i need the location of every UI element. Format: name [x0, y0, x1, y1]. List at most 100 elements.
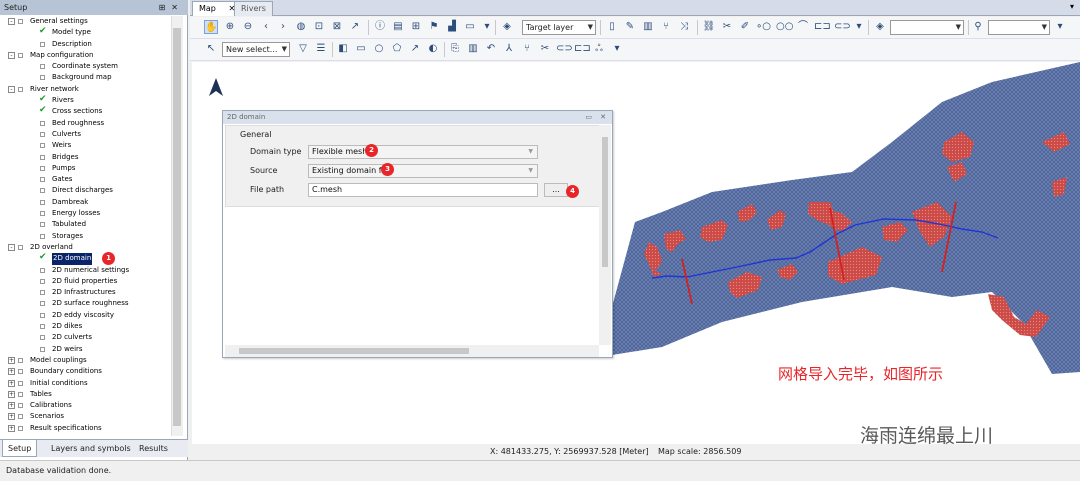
- checkbox[interactable]: [40, 335, 45, 341]
- tree-item[interactable]: Pumps: [4, 163, 170, 174]
- search-icon[interactable]: ⚲: [971, 20, 985, 34]
- layer-filter-select[interactable]: ▼: [890, 20, 964, 35]
- dropdown-arrow-icon[interactable]: ▾: [480, 20, 494, 34]
- tree-item[interactable]: + Calibrations: [4, 400, 170, 411]
- tree-item[interactable]: ✔ 2D domain 1: [4, 252, 170, 266]
- copy-icon[interactable]: ⎘: [448, 42, 462, 56]
- checkbox[interactable]: [40, 154, 45, 160]
- merge-icon[interactable]: ⑂: [520, 42, 534, 56]
- merge-icon[interactable]: ⤨: [677, 20, 691, 34]
- tree-item[interactable]: - 2D overland: [4, 242, 170, 253]
- dialog-scroll-thumb[interactable]: [602, 137, 608, 267]
- tree-item[interactable]: Direct discharges: [4, 185, 170, 196]
- tree-item[interactable]: 2D weirs: [4, 344, 170, 355]
- checkbox[interactable]: [40, 165, 45, 171]
- checkbox[interactable]: [40, 64, 45, 70]
- dropdown-arrow-icon[interactable]: ▾: [852, 20, 866, 34]
- collapse-icon[interactable]: -: [8, 85, 15, 93]
- tree-item[interactable]: + Result specifications: [4, 423, 170, 434]
- checkbox[interactable]: [18, 86, 23, 92]
- tree-item[interactable]: Background map: [4, 72, 170, 83]
- checkbox[interactable]: [40, 41, 45, 47]
- checkbox[interactable]: [40, 75, 45, 81]
- tree-item[interactable]: 2D Infrastructures: [4, 287, 170, 298]
- tree-item[interactable]: - River network: [4, 84, 170, 95]
- zoom-layer-icon[interactable]: ⊡: [312, 20, 326, 34]
- tree-item[interactable]: + Boundary conditions: [4, 366, 170, 377]
- tree-item[interactable]: 2D culverts: [4, 332, 170, 343]
- circle-icon[interactable]: ○: [372, 42, 386, 56]
- dialog-vertical-scrollbar[interactable]: [599, 125, 611, 345]
- back-icon[interactable]: ‹: [259, 20, 273, 34]
- tree-item[interactable]: - General settings: [4, 16, 170, 27]
- dropdown-arrow-icon[interactable]: ▾: [1053, 20, 1067, 34]
- curve-icon[interactable]: ⌒: [796, 20, 810, 34]
- tree-item[interactable]: Gates: [4, 174, 170, 185]
- collapse-icon[interactable]: -: [8, 243, 15, 251]
- ruler-icon[interactable]: ▭: [463, 20, 477, 34]
- tab-layers-and-symbols[interactable]: Layers and symbols: [46, 440, 136, 457]
- polygon-icon[interactable]: ⬠: [390, 42, 404, 56]
- checkbox[interactable]: [40, 312, 45, 318]
- cut-icon[interactable]: ✂: [538, 42, 552, 56]
- search-combo[interactable]: ▼: [988, 20, 1050, 35]
- checkbox[interactable]: [18, 391, 23, 397]
- info-icon[interactable]: ⓘ: [373, 20, 387, 34]
- domain-type-select[interactable]: Flexible mesh ▼: [308, 145, 538, 159]
- zoom-in-icon[interactable]: ⊕: [223, 20, 237, 34]
- link-icon[interactable]: ⛓: [702, 20, 716, 34]
- edit-window-icon[interactable]: ▤: [391, 20, 405, 34]
- dialog-hscroll-thumb[interactable]: [239, 348, 469, 354]
- new-select-combo[interactable]: New select... ▼: [222, 42, 290, 57]
- tree-item[interactable]: ✔ Model type: [4, 26, 170, 38]
- vertex-select-icon[interactable]: ↗: [408, 42, 422, 56]
- tree-item[interactable]: 2D fluid properties: [4, 276, 170, 287]
- zoom-selection-icon[interactable]: ⊠: [330, 20, 344, 34]
- tree-item[interactable]: Weirs: [4, 140, 170, 151]
- zoom-out-icon[interactable]: ⊖: [241, 20, 255, 34]
- forward-icon[interactable]: ›: [276, 20, 290, 34]
- tree-item[interactable]: 2D surface roughness: [4, 298, 170, 309]
- collapse-icon[interactable]: -: [8, 51, 15, 59]
- grid-icon[interactable]: ⊞: [409, 20, 423, 34]
- tab-rivers[interactable]: Rivers: [234, 1, 273, 16]
- tree-item[interactable]: + Scenarios: [4, 411, 170, 422]
- scissors-icon[interactable]: ✂: [720, 20, 734, 34]
- checkbox[interactable]: [18, 369, 23, 375]
- globe-icon[interactable]: ◍: [294, 20, 308, 34]
- maximize-icon[interactable]: ▭: [585, 111, 592, 124]
- tree-item[interactable]: ✔ Rivers: [4, 94, 170, 106]
- tree-item[interactable]: - Map configuration: [4, 50, 170, 61]
- layers-icon[interactable]: ◈: [873, 20, 887, 34]
- checkbox[interactable]: [40, 211, 45, 217]
- expand-icon[interactable]: +: [8, 413, 15, 421]
- tree-item[interactable]: Tabulated: [4, 219, 170, 230]
- tree-item[interactable]: 2D dikes: [4, 321, 170, 332]
- select-arrow-icon[interactable]: ↖: [204, 42, 218, 56]
- tree-item[interactable]: Energy losses: [4, 208, 170, 219]
- mouse-icon[interactable]: ◧: [336, 42, 350, 56]
- delete-icon[interactable]: ▥: [466, 42, 480, 56]
- tree-item[interactable]: 2D eddy viscosity: [4, 310, 170, 321]
- checkbox[interactable]: [18, 425, 23, 431]
- toggle-icon[interactable]: ⊂⊃: [834, 20, 851, 34]
- checkbox[interactable]: [40, 278, 45, 284]
- checkbox[interactable]: [40, 346, 45, 352]
- file-path-input[interactable]: C.mesh: [308, 183, 538, 197]
- node-remove-icon[interactable]: ○○: [776, 20, 793, 34]
- checkbox[interactable]: [40, 233, 45, 239]
- tree-item[interactable]: + Model couplings: [4, 355, 170, 366]
- checkbox[interactable]: [40, 301, 45, 307]
- checkbox[interactable]: [18, 403, 23, 409]
- list-icon[interactable]: ☰: [314, 42, 328, 56]
- checkbox[interactable]: [18, 19, 23, 24]
- eraser-icon[interactable]: ✐: [738, 20, 752, 34]
- dialog-horizontal-scrollbar[interactable]: [225, 345, 599, 357]
- source-select[interactable]: Existing domain file ▼: [308, 164, 538, 178]
- fork-icon[interactable]: ⅄: [502, 42, 516, 56]
- close-icon[interactable]: ✕: [171, 3, 184, 12]
- checkbox[interactable]: [40, 131, 45, 137]
- node-add-icon[interactable]: ∘○: [756, 20, 771, 34]
- collapse-icon[interactable]: -: [8, 18, 15, 25]
- layers-icon[interactable]: ◈: [500, 20, 514, 34]
